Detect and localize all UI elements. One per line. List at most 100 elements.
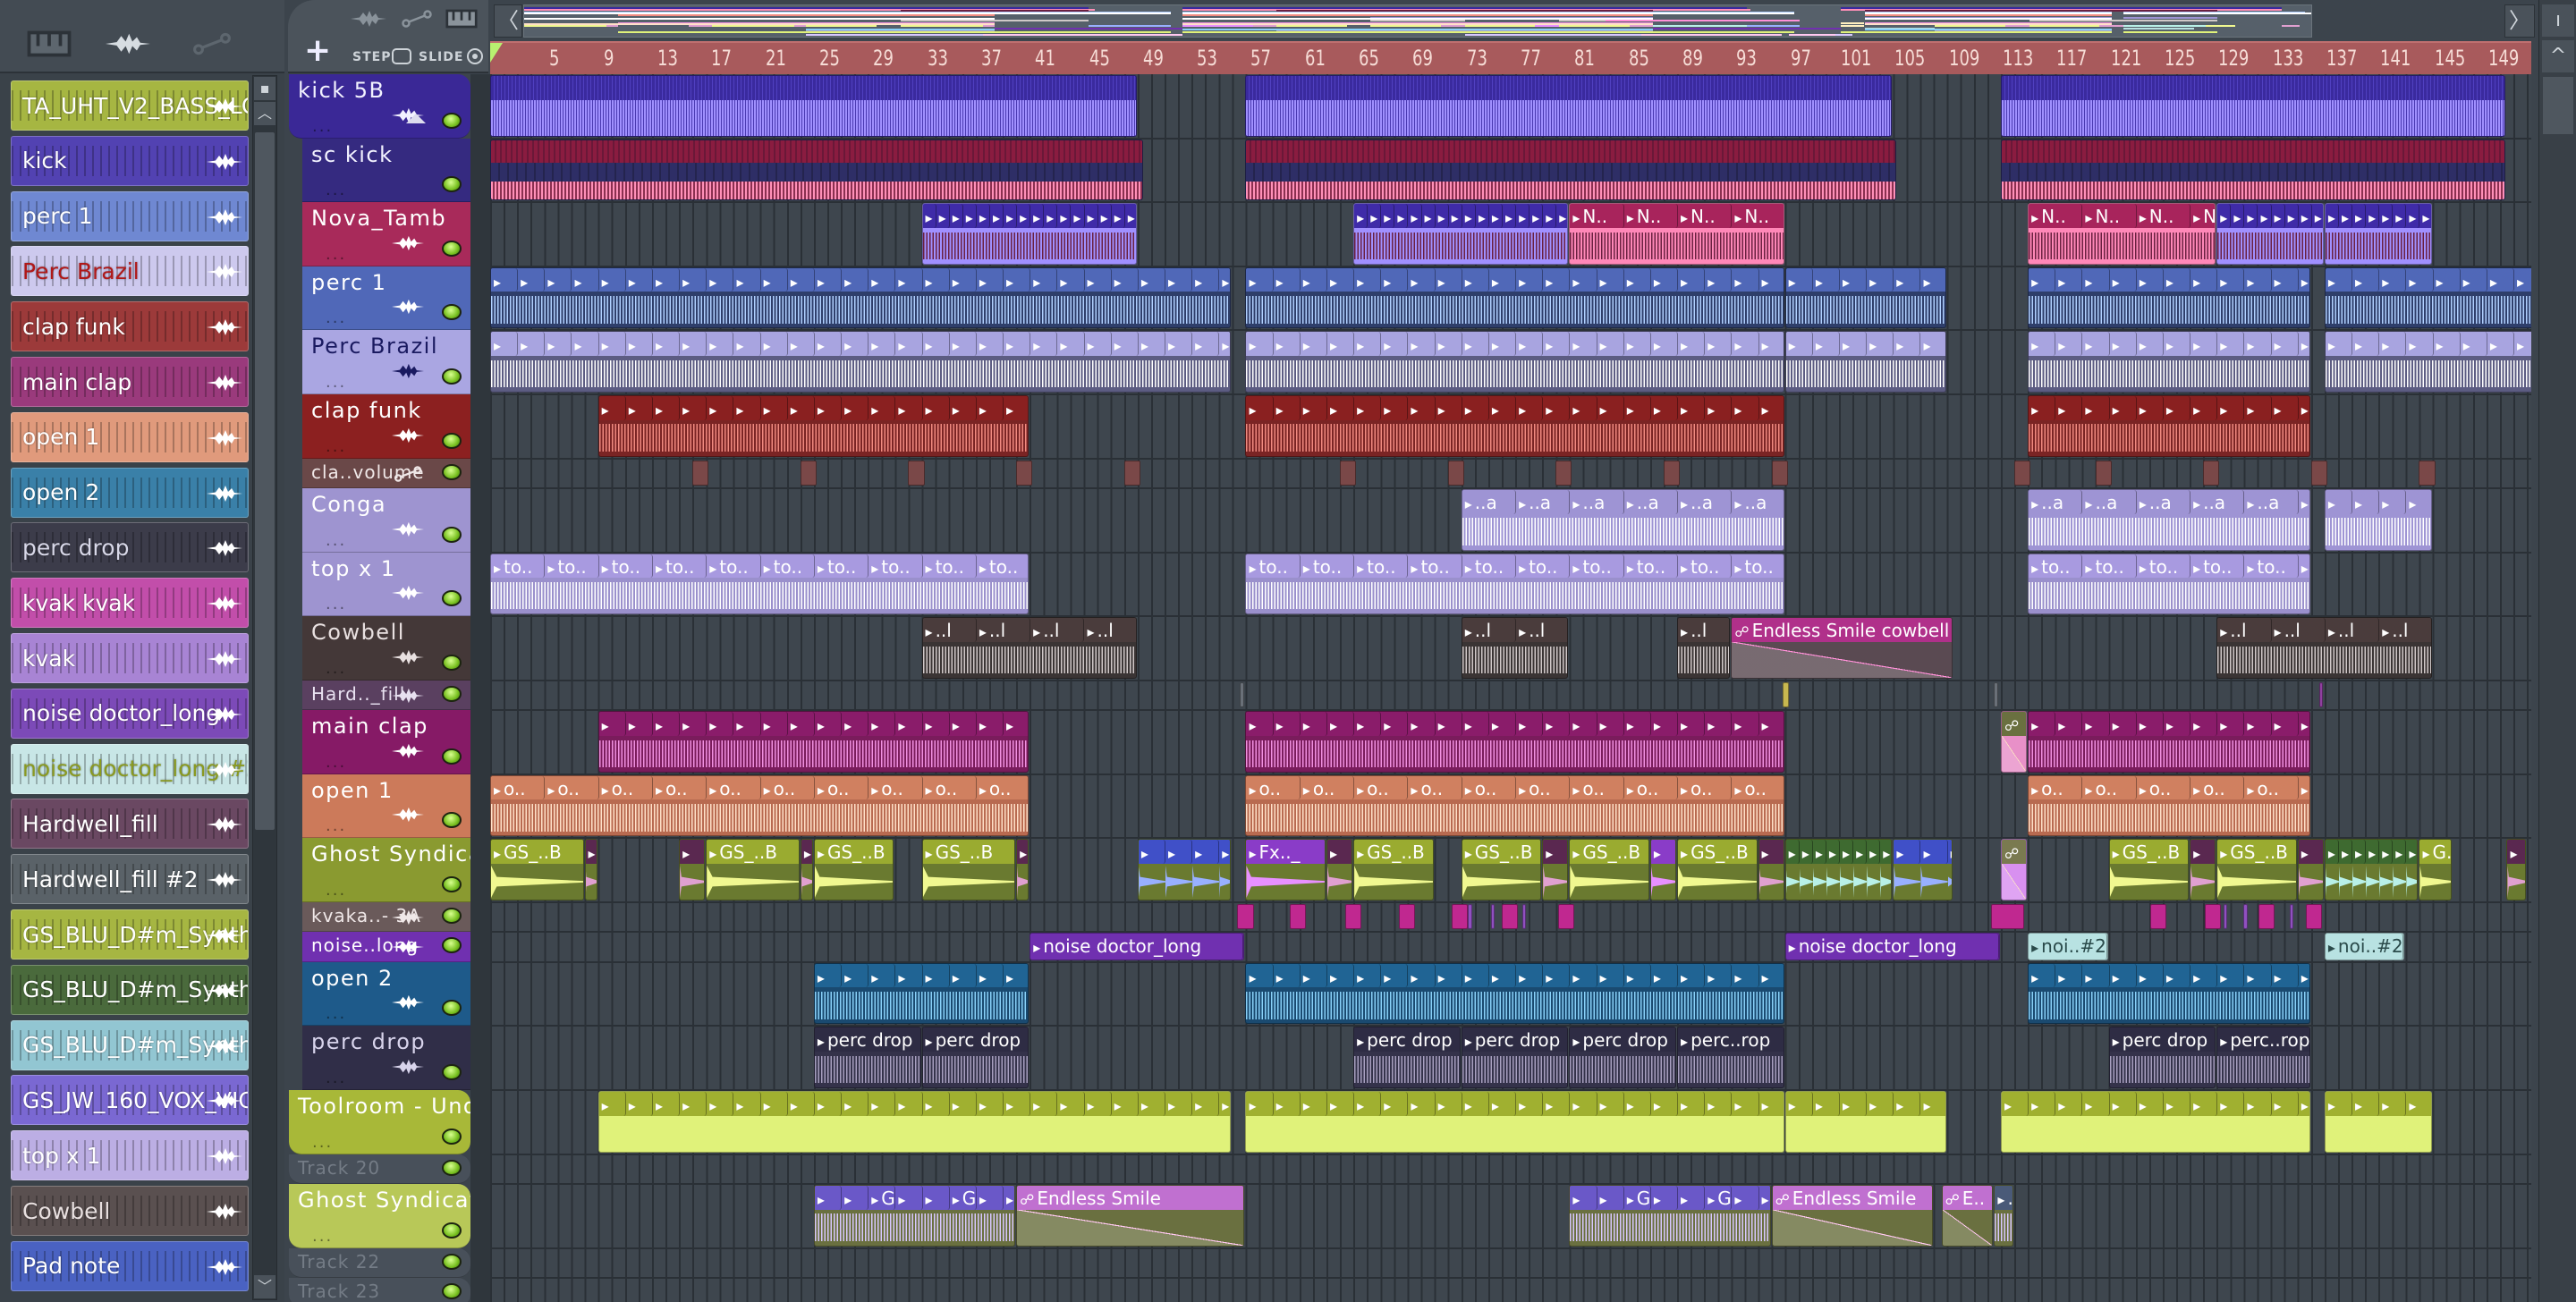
playlist-clip[interactable]: ▸ ▸ ▸ ▸ ▸ ▸ ▸ ▸ ▸ ▸ ▸ ▸ ▸ ▸ ▸ ▸ ▸ ▸ ▸ ▸ [1245,395,1784,457]
playlist-vertical-scrollbar[interactable]: ı ^ [2538,0,2576,1302]
playlist-clip[interactable]: ▸ ▸ ▸ ▸ ▸ ▸ ▸ ▸ ▸ ▸ ▸ ▸ ▸ ▸ ▸ ▸ ▸ ▸ ▸ ▸ [1245,1091,1784,1153]
automation-clips-icon[interactable] [190,29,234,59]
playlist-clip[interactable]: ▸ ▸ ▸ ▸ ▸ ▸ [1784,266,1946,329]
track-header[interactable]: Toolroom - Under..... [289,1090,470,1154]
playlist-grid[interactable]: ▸ ▸ ▸ ▸ ▸ ▸ ▸ ▸ ▸ ▸ ▸ ▸ ▸ ▸ ▸ ▸ ▸ ▸ ▸ ▸ ▸ ▸ ▸ ▸ ▸ ▸ ▸ ▸ ▸ ▸ ▸ ▸ ▸ N.. ▸ N..… [490,74,2531,1302]
track-menu-handle[interactable]: ... [326,309,346,327]
playlist-clip[interactable] [1245,75,1893,137]
playlist-clip[interactable]: ▸ ▸ ▸ ▸ ▸ ▸ ▸ ▸ [813,962,1030,1025]
track-enable-led[interactable] [442,304,462,321]
playlist-clip[interactable]: ▸.el [1994,1185,2014,1247]
track-menu-handle[interactable]: ... [326,373,346,392]
clip-marker[interactable] [2258,904,2275,930]
playlist-clip[interactable]: ▸ perc drop [813,1027,921,1088]
track-header[interactable]: Ghost Syndicate..... [302,838,470,902]
track-header[interactable]: Perc Brazil... [302,330,470,394]
playlist-clip[interactable] [490,139,1144,201]
clip-marker[interactable] [908,460,925,486]
playlist-clip[interactable]: ▸ ..l ▸ ..l ▸ ..l ▸ ..l [2216,617,2432,679]
playlist-clip[interactable]: ▸ GS_..B [1461,839,1542,900]
clip-marker[interactable] [1452,904,1469,930]
track-header[interactable]: Hard.._fill [302,680,470,711]
clip-marker[interactable] [692,460,709,486]
track-enable-led[interactable] [442,368,462,385]
playlist-clip[interactable]: ▸ ▸ ▸ ▸ ▸ ▸ ▸ ▸ ▸ ▸ ▸ ▸ ▸ ▸ ▸ ▸ [597,395,1030,457]
overview-scroll-left-button[interactable]: 〈 [494,4,522,38]
timeline-ruler[interactable]: 5 9 13 17 21 25 29 33 37 41 45 49 53 57 61 65 69 73 77 81 85… [490,41,2531,74]
playlist-clip[interactable]: ▸N..▸N..▸N..▸N.. [1569,203,1784,265]
audio-clips-icon[interactable] [106,29,150,59]
playlist-clip[interactable]: ▸ Fx.._ [1245,839,1326,900]
track-header[interactable]: Ghost Syndicate -..... [289,1184,470,1248]
playlist-clip[interactable]: ▸ [2190,839,2216,900]
scroll-thumb[interactable] [2543,77,2573,134]
clip-marker[interactable] [1782,681,1790,708]
playlist-clip[interactable]: ▸ ▸ ▸ ▸ ▸ ▸ ▸ [2324,839,2419,900]
playlist-clip[interactable]: ▸..a▸..a▸..a▸..a▸..a▸..a [1461,489,1784,551]
playlist-clip[interactable]: ▸ ▸ ▸ ▸ ▸ ▸ ▸ ▸ [1784,839,1893,900]
track-menu-handle[interactable]: ... [326,1069,346,1087]
audio-clips-icon[interactable] [351,5,386,32]
clip-marker[interactable] [2310,460,2327,486]
playlist-clip[interactable]: ▸ GS_..B [2216,839,2297,900]
clip-marker[interactable] [2095,460,2112,486]
collapse-arrow-icon[interactable] [406,113,426,123]
track-header[interactable]: kvaka..- 3A [302,902,470,933]
track-enable-led[interactable] [442,908,462,924]
playlist-clip[interactable]: ▸ ▸ ▸ ▸ ▸ ▸ ▸ ▸ [2324,266,2531,329]
track-enable-led[interactable] [442,1159,462,1176]
track-menu-handle[interactable]: ... [326,1004,346,1023]
playlist-clip[interactable]: ▸ GS_..B [706,839,800,900]
playlist-clip[interactable]: ▸ [1542,839,1569,900]
clip-marker[interactable] [1490,904,1496,930]
clip-marker[interactable] [1123,460,1140,486]
clip-marker[interactable] [1558,904,1575,930]
playlist-clip[interactable]: ▸ ..l [1677,617,1731,679]
playlist-clip[interactable]: ▸G.. [2419,839,2453,900]
track-header[interactable]: Nova_Tamb... [302,202,470,266]
track-enable-led[interactable] [442,1222,462,1239]
clip-marker[interactable] [1290,904,1307,930]
playlist-clip[interactable]: ▸ GS_..B [490,839,584,900]
playlist-clip[interactable]: ▸ GS_..B [1569,839,1649,900]
playlist-clip[interactable]: ▸ ▸ ▸ ▸ [1137,839,1232,900]
song-start-marker[interactable] [490,43,503,63]
track-header[interactable]: noise..long [302,932,470,962]
playlist-clip[interactable]: ▸ ▸ ▸ ▸ ▸ ▸ ▸ ▸ [2216,203,2324,265]
track-header[interactable]: cla..volume [302,458,470,488]
playlist-clip[interactable]: ▸ [1758,839,1784,900]
overview-scroll-right-button[interactable]: 〉 [2504,4,2535,38]
clip-marker[interactable] [1016,460,1033,486]
scroll-menu-button[interactable]: ı [2542,4,2574,37]
clip-marker[interactable] [1994,681,1998,708]
track-menu-handle[interactable]: ... [326,181,346,199]
track-header[interactable]: Track 20 [289,1154,470,1184]
playlist-clip[interactable]: ▸ ▸ ▸ ▸ ▸ ▸ ▸ ▸ ▸ ▸ ▸ ▸ ▸ ▸ ▸ ▸ ▸ ▸ ▸ ▸ [1245,266,1784,329]
track-enable-led[interactable] [442,1000,462,1017]
playlist-clip[interactable]: ▸ GS_..B [1677,839,1758,900]
playlist-clip[interactable]: ▸▸▸G..▸▸▸G.▸▸ [1569,1185,1771,1247]
clip-marker[interactable] [2289,904,2294,930]
playlist-clip[interactable]: ▸ ▸ ▸ ▸ ▸ ▸ ▸ ▸ ▸ ▸ ▸ ▸ ▸ ▸ ▸ ▸ ▸ ▸ ▸ ▸ ▸ ▸ ▸ ▸ [597,1091,1232,1153]
track-enable-led[interactable] [442,176,462,193]
clip-marker[interactable] [2204,904,2221,930]
playlist-clip[interactable]: ▸ [2506,839,2527,900]
slide-toggle[interactable] [467,48,483,64]
playlist-clip[interactable] [2000,139,2506,201]
clip-marker[interactable] [2305,904,2322,930]
add-track-button[interactable]: + [304,32,331,69]
playlist-clip[interactable]: ▸to..▸to..▸to..▸to..▸to..▸to.. [2028,553,2310,615]
playlist-clip[interactable]: ▸ ▸ ▸ ▸ ▸ ▸ ▸ ▸ ▸ ▸ ▸ [2028,962,2310,1025]
playlist-clip[interactable]: ☍ Endless Smile [1016,1185,1245,1247]
track-enable-led[interactable] [442,812,462,829]
track-menu-handle[interactable]: ... [326,245,346,264]
clip-marker[interactable] [1345,904,1362,930]
playlist-clip[interactable]: ▸▸▸G..▸▸▸G.▸▸ [813,1185,1016,1247]
clip-marker[interactable] [1340,460,1357,486]
track-menu-handle[interactable]: ... [326,659,346,678]
playlist-clip[interactable]: ▸ ▸ ▸ ▸ ▸ ▸ ▸ ▸ ▸ ▸ ▸ [2028,331,2310,393]
track-enable-led[interactable] [442,685,462,702]
track-header[interactable]: top x 1... [302,552,470,617]
clip-marker[interactable] [2243,904,2248,930]
playlist-clip[interactable]: ▸N..▸N..▸N..▸N.. [2028,203,2216,265]
